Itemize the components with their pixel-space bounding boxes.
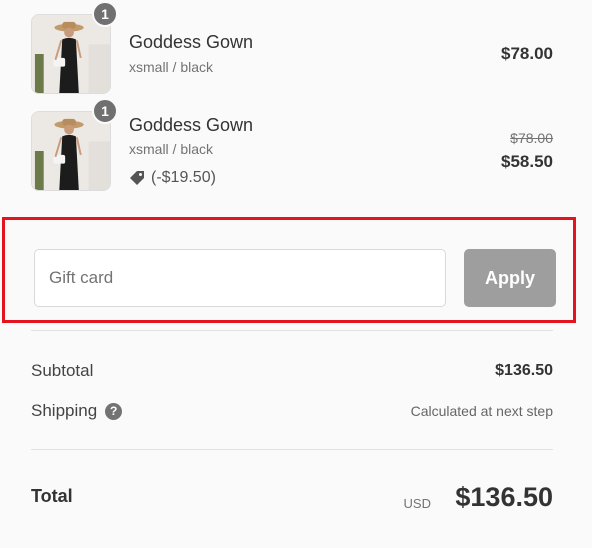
total-currency: USD — [403, 496, 431, 511]
shipping-label: Shipping — [31, 401, 98, 420]
quantity-badge: 1 — [92, 1, 118, 27]
product-variant: xsmall / black — [129, 59, 214, 75]
subtotal-label: Subtotal — [31, 361, 94, 380]
line-item-1: 1 Goddess Gown xsmall / black $78.00 — [31, 1, 553, 94]
shipping-value: Calculated at next step — [410, 403, 553, 419]
line-item-2: 1 Goddess Gown xsmall / black (-$19.50) … — [31, 98, 553, 191]
product-thumbnail-wrap: 1 — [31, 1, 118, 94]
product-name: Goddess Gown — [129, 115, 254, 135]
quantity-badge: 1 — [92, 98, 118, 124]
original-price: $78.00 — [510, 130, 553, 146]
product-name: Goddess Gown — [129, 32, 254, 52]
shipping-row-label: Shipping ? — [31, 401, 123, 421]
discount-amount: (-$19.50) — [151, 169, 216, 186]
apply-button[interactable]: Apply — [464, 249, 556, 307]
gift-card-section: Apply — [2, 217, 576, 323]
divider — [31, 330, 553, 331]
subtotal-value: $136.50 — [495, 362, 553, 379]
product-price: $78.00 — [501, 44, 553, 63]
gift-card-input[interactable] — [34, 249, 446, 307]
product-variant: xsmall / black — [129, 141, 214, 157]
total-amount: $136.50 — [455, 482, 553, 512]
discount-line: (-$19.50) — [129, 169, 216, 187]
divider — [31, 449, 553, 450]
total-label: Total — [31, 486, 73, 506]
discount-tag-icon — [129, 170, 145, 186]
product-price: $58.50 — [501, 152, 553, 171]
product-thumbnail-wrap: 1 — [31, 98, 118, 191]
help-circle-icon[interactable]: ? — [105, 402, 123, 420]
